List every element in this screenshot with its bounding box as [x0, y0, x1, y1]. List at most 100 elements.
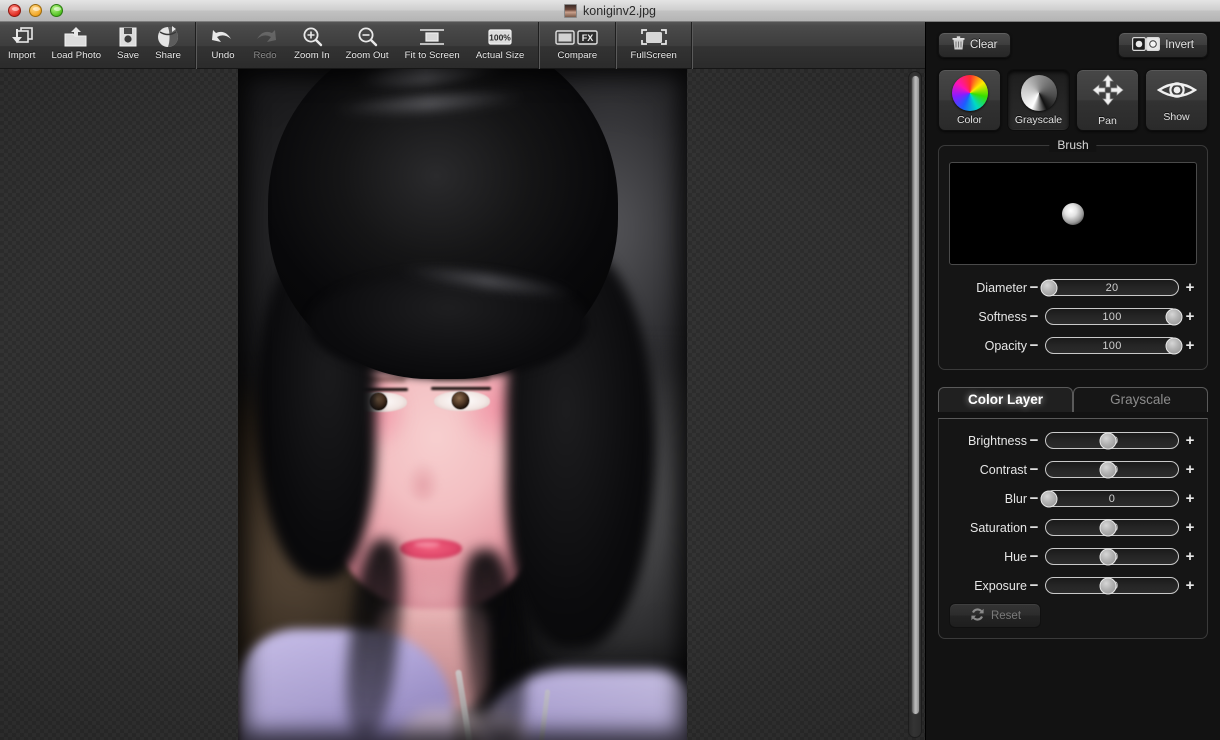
save-icon	[117, 25, 139, 49]
maximize-button[interactable]	[50, 4, 63, 17]
toolbar-button-fullscreen[interactable]: FullScreen	[622, 22, 684, 69]
adjustments-panel: Color Layer Grayscale Brightness − 50 + …	[938, 386, 1208, 639]
window-title-text: koniginv2.jpg	[583, 3, 656, 18]
toolbar-label: Save	[117, 50, 140, 61]
brush-panel-legend: Brush	[1049, 138, 1097, 152]
close-button[interactable]	[8, 4, 21, 17]
reset-label: Reset	[990, 609, 1022, 622]
slider-handle[interactable]	[1040, 279, 1058, 296]
toolbar-button-save[interactable]: Save	[109, 22, 147, 69]
increment-diameter-button[interactable]: +	[1183, 279, 1197, 296]
slider-handle[interactable]	[1040, 490, 1058, 507]
increment-brightness-button[interactable]: +	[1183, 432, 1197, 449]
decrement-exposure-button[interactable]: −	[1027, 577, 1041, 594]
slider-row-blur: Blur − 0 +	[949, 487, 1197, 510]
scrollbar-thumb[interactable]	[911, 75, 920, 715]
tab-color-layer[interactable]: Color Layer	[938, 387, 1073, 412]
right-panel: Clear Invert Color Grayscale Pan Show Br…	[925, 22, 1220, 740]
toolbar-button-redo[interactable]: Redo	[244, 22, 286, 69]
mode-button-pan[interactable]: Pan	[1076, 69, 1139, 131]
brush-preview-dot	[1062, 202, 1084, 225]
slider-value: 20	[1105, 281, 1119, 294]
fullscreen-icon	[638, 25, 670, 49]
tab-grayscale[interactable]: Grayscale	[1073, 387, 1208, 412]
image-canvas[interactable]	[0, 69, 925, 740]
reset-button[interactable]: Reset	[949, 603, 1041, 628]
slider-label: Saturation	[970, 520, 1027, 535]
color-wheel-icon	[951, 74, 988, 111]
slider-contrast[interactable]: 50	[1045, 461, 1179, 478]
decrement-softness-button[interactable]: −	[1027, 308, 1041, 325]
slider-value: 0	[1108, 492, 1116, 505]
slider-value: 100	[1102, 339, 1122, 352]
slider-handle[interactable]	[1099, 432, 1117, 449]
increment-blur-button[interactable]: +	[1183, 490, 1197, 507]
document-thumbnail-icon	[564, 3, 578, 18]
slider-handle[interactable]	[1099, 461, 1117, 478]
mode-button-color[interactable]: Color	[938, 69, 1001, 131]
increment-hue-button[interactable]: +	[1183, 548, 1197, 565]
increment-exposure-button[interactable]: +	[1183, 577, 1197, 594]
toolbar-button-share[interactable]: Share	[147, 22, 189, 69]
slider-handle[interactable]	[1099, 519, 1117, 536]
slider-exposure[interactable]: 50	[1045, 577, 1179, 594]
toolbar: Import Load Photo Save Share Undo Redo Z…	[0, 22, 925, 69]
slider-opacity[interactable]: 100	[1045, 337, 1183, 354]
slider-softness[interactable]: 100	[1045, 308, 1183, 325]
slider-row-opacity: Opacity − 100 +	[949, 334, 1197, 357]
slider-label: Contrast	[979, 462, 1027, 477]
mode-label: Grayscale	[1014, 113, 1063, 126]
increment-contrast-button[interactable]: +	[1183, 461, 1197, 478]
adjustment-sliders: Brightness − 50 + Contrast − 50 +	[938, 418, 1208, 639]
toolbar-label: Undo	[211, 50, 235, 61]
slider-diameter[interactable]: 20	[1040, 279, 1179, 296]
slider-handle[interactable]	[1099, 548, 1117, 565]
toolbar-button-actual-size[interactable]: 100% Actual Size	[468, 22, 533, 69]
increment-saturation-button[interactable]: +	[1183, 519, 1197, 536]
decrement-contrast-button[interactable]: −	[1027, 461, 1041, 478]
toolbar-button-compare[interactable]: FX Compare	[545, 22, 609, 69]
mode-button-grayscale[interactable]: Grayscale	[1007, 69, 1070, 131]
mode-button-show[interactable]: Show	[1145, 69, 1208, 131]
slider-label: Exposure	[974, 578, 1027, 593]
slider-handle[interactable]	[1099, 577, 1117, 594]
brush-panel: Brush Diameter − 20 + Softness − 100 + O…	[938, 138, 1208, 370]
slider-row-contrast: Contrast − 50 +	[949, 458, 1197, 481]
increment-opacity-button[interactable]: +	[1183, 337, 1197, 354]
decrement-diameter-button[interactable]: −	[1027, 279, 1041, 296]
slider-blur[interactable]: 0	[1040, 490, 1179, 507]
invert-button[interactable]: Invert	[1118, 32, 1208, 58]
decrement-blur-button[interactable]: −	[1027, 490, 1041, 507]
decrement-saturation-button[interactable]: −	[1027, 519, 1041, 536]
toolbar-button-import[interactable]: Import	[0, 22, 44, 69]
decrement-brightness-button[interactable]: −	[1027, 432, 1041, 449]
decrement-hue-button[interactable]: −	[1027, 548, 1041, 565]
slider-saturation[interactable]: 50	[1045, 519, 1179, 536]
minimize-button[interactable]	[29, 4, 42, 17]
portrait-photo[interactable]	[238, 69, 687, 740]
slider-handle[interactable]	[1165, 308, 1183, 325]
toolbar-button-undo[interactable]: Undo	[202, 22, 244, 69]
slider-label: Brightness	[967, 433, 1027, 448]
increment-softness-button[interactable]: +	[1183, 308, 1197, 325]
toolbar-button-zoom-in[interactable]: Zoom In	[286, 22, 338, 69]
slider-brightness[interactable]: 50	[1045, 432, 1179, 449]
toolbar-label: Load Photo	[51, 50, 102, 61]
svg-text:100%: 100%	[489, 33, 511, 43]
decrement-opacity-button[interactable]: −	[1027, 337, 1041, 354]
toolbar-separator	[538, 22, 540, 69]
toolbar-separator	[690, 22, 692, 69]
invert-icon	[1132, 36, 1161, 54]
toolbar-button-zoom-out[interactable]: Zoom Out	[338, 22, 397, 69]
canvas-vertical-scrollbar[interactable]	[908, 71, 922, 738]
toolbar-button-fit-to-screen[interactable]: Fit to Screen	[397, 22, 468, 69]
slider-hue[interactable]: 50	[1045, 548, 1179, 565]
mode-label: Color	[956, 113, 983, 126]
toolbar-label: Actual Size	[475, 50, 525, 61]
toolbar-button-load-photo[interactable]: Load Photo	[44, 22, 110, 69]
share-icon	[156, 25, 180, 49]
clear-button[interactable]: Clear	[938, 32, 1012, 58]
brush-preview	[949, 162, 1197, 265]
mode-label: Show	[1163, 111, 1190, 123]
slider-handle[interactable]	[1165, 337, 1183, 354]
